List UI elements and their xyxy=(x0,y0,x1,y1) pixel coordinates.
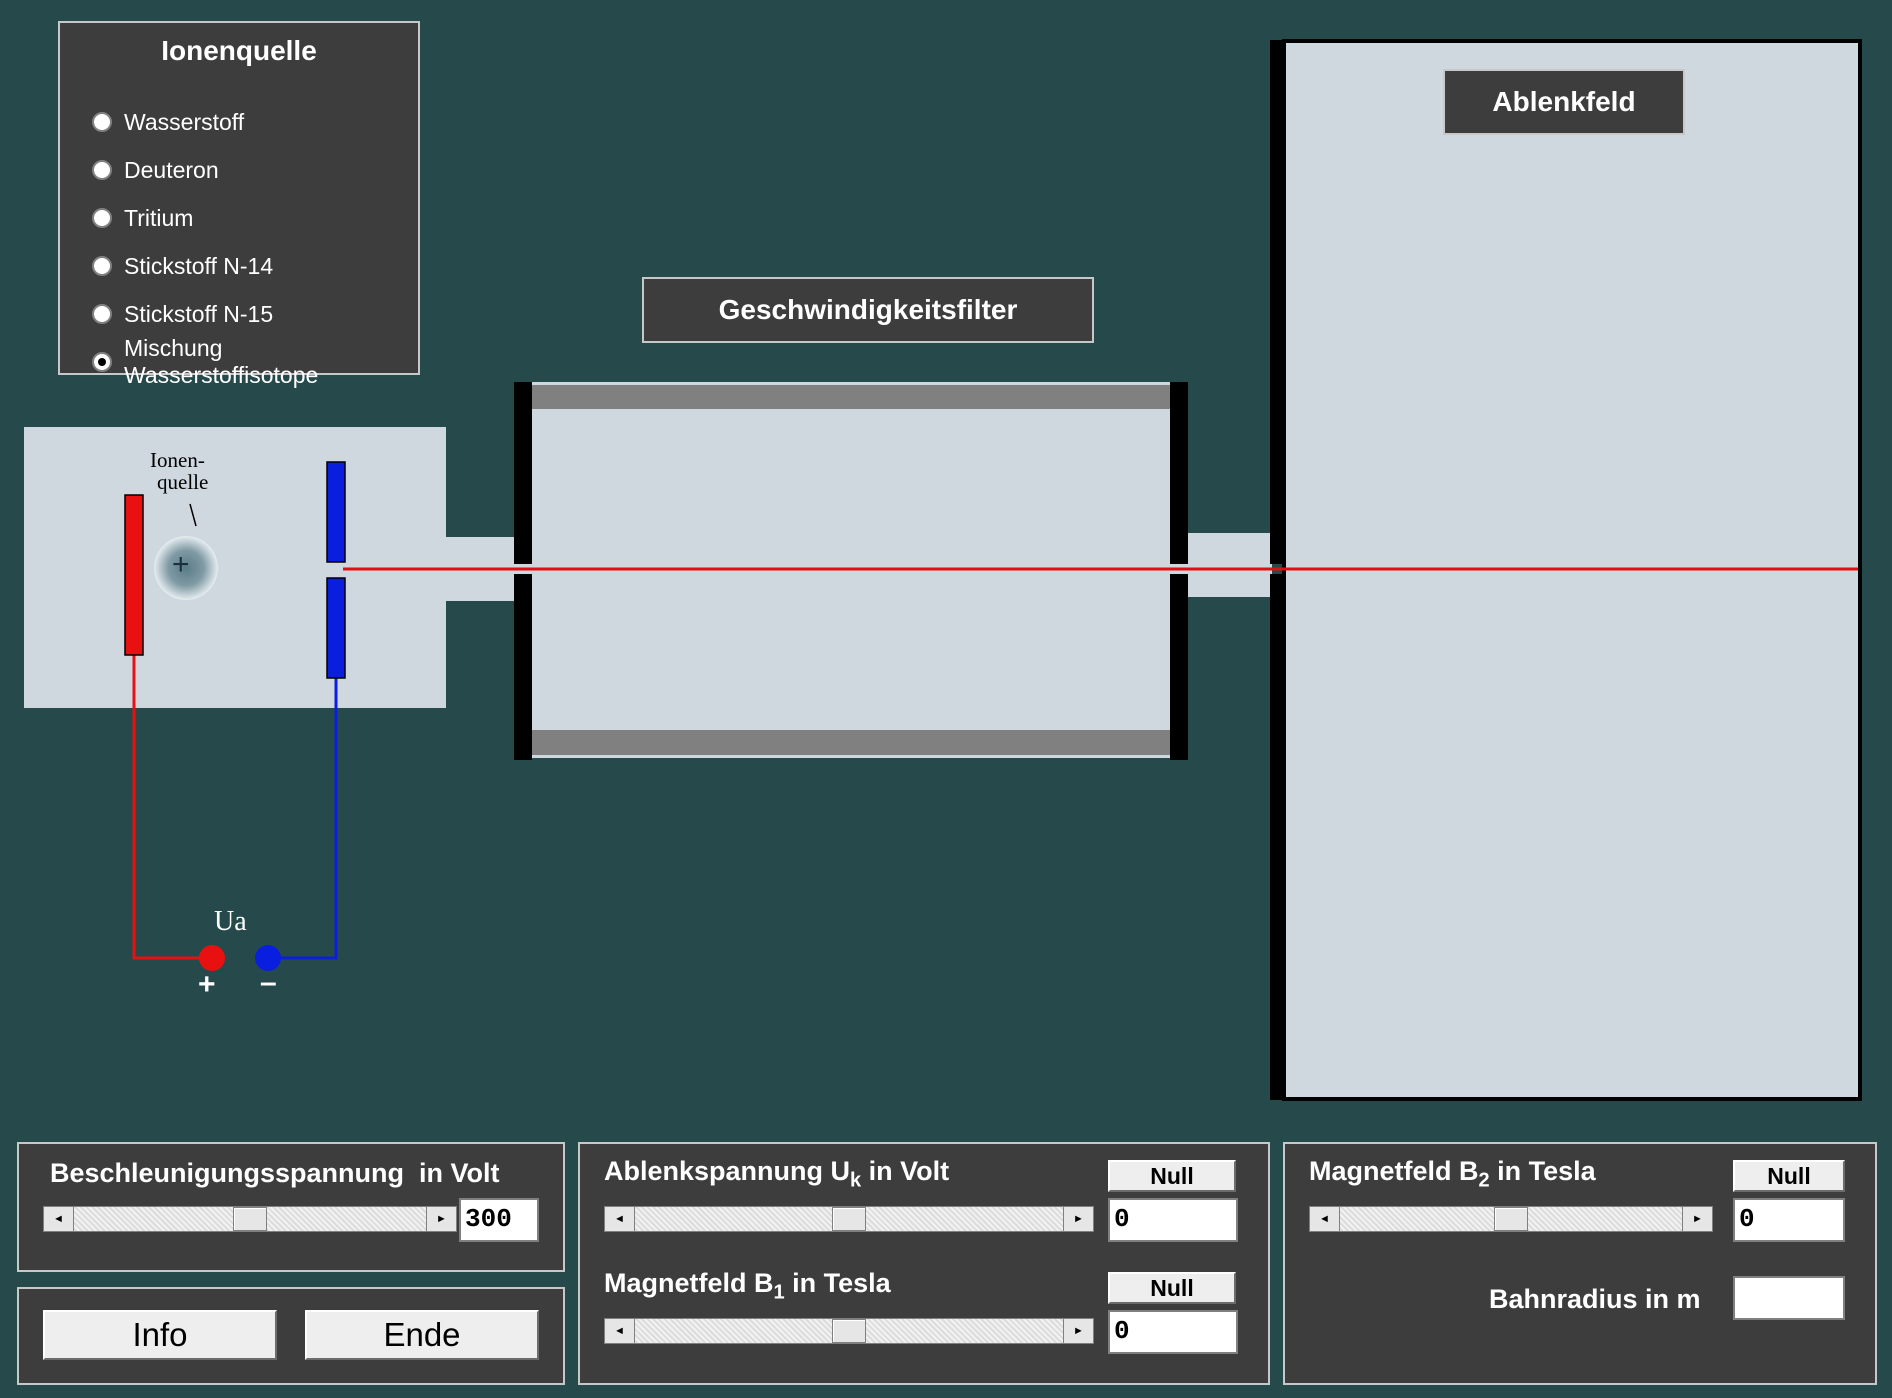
scroll-right-icon[interactable]: ► xyxy=(1063,1207,1093,1231)
scroll-left-icon[interactable]: ◄ xyxy=(44,1207,74,1231)
magnetic-b2-slider-thumb[interactable] xyxy=(1494,1207,1528,1231)
ion-charge-icon: + xyxy=(172,548,190,581)
magnetic-b1-value-field[interactable]: 0 xyxy=(1108,1310,1238,1354)
actions-panel: Info Ende xyxy=(17,1287,565,1385)
deflection-voltage-value-field[interactable]: 0 xyxy=(1108,1198,1238,1242)
filter-bottom-plate xyxy=(530,730,1174,755)
anode-plate xyxy=(124,494,144,656)
magnetic-b2-null-button[interactable]: Null xyxy=(1733,1160,1845,1192)
deflection-voltage-subscript: k xyxy=(850,1169,862,1192)
acceleration-value-field[interactable]: 300 xyxy=(459,1198,539,1242)
magnetic-b2-value-field[interactable]: 0 xyxy=(1733,1198,1845,1242)
plus-sign: + xyxy=(198,968,216,1001)
deflection-field-controls-panel: Magnetfeld B2 in Tesla Null ◄ ► 0 Bahnra… xyxy=(1283,1142,1877,1385)
magnetic-b2-subscript: 2 xyxy=(1478,1169,1490,1192)
filter-top-plate xyxy=(530,385,1174,409)
acceleration-label: Beschleunigungsspannung in Volt xyxy=(50,1158,500,1188)
magnetic-b1-label: Magnetfeld B1 in Tesla xyxy=(604,1268,891,1304)
orbit-radius-label: Bahnradius in m xyxy=(1489,1284,1701,1314)
deflection-voltage-slider[interactable]: ◄ ► xyxy=(604,1206,1094,1232)
deflection-voltage-label-text: Ablenkspannung U xyxy=(604,1156,851,1186)
magnetic-b1-unit: in Tesla xyxy=(784,1268,891,1298)
magnetic-b1-subscript: 1 xyxy=(773,1281,785,1304)
apparatus-diagram xyxy=(24,39,1862,1101)
magnetic-b2-label-text: Magnetfeld B xyxy=(1309,1156,1479,1186)
cathode-plate-top xyxy=(326,461,346,563)
scroll-left-icon[interactable]: ◄ xyxy=(605,1319,635,1343)
magnetic-b2-unit: in Tesla xyxy=(1489,1156,1596,1186)
scroll-right-icon[interactable]: ► xyxy=(426,1207,456,1231)
info-button[interactable]: Info xyxy=(43,1310,277,1360)
filter-right-wall-bottom xyxy=(1170,574,1188,760)
orbit-radius-field[interactable] xyxy=(1733,1276,1845,1320)
acceleration-slider-thumb[interactable] xyxy=(233,1207,267,1231)
magnetic-b2-label: Magnetfeld B2 in Tesla xyxy=(1309,1156,1596,1192)
minus-sign: – xyxy=(260,966,277,999)
scroll-left-icon[interactable]: ◄ xyxy=(605,1207,635,1231)
velocity-filter-controls-panel: Ablenkspannung Uk in Volt Null ◄ ► 0 Mag… xyxy=(578,1142,1270,1385)
deflection-voltage-unit: in Volt xyxy=(861,1156,950,1186)
filter-right-wall-top xyxy=(1170,382,1188,564)
deflection-field-label: Ablenkfeld xyxy=(1443,69,1685,135)
magnetic-b1-slider[interactable]: ◄ ► xyxy=(604,1318,1094,1344)
deflection-wall-bottom xyxy=(1270,574,1286,1100)
magnetic-b1-null-button[interactable]: Null xyxy=(1108,1272,1236,1304)
acceleration-panel: Beschleunigungsspannung in Volt ◄ ► 300 xyxy=(17,1142,565,1272)
magnetic-b1-slider-thumb[interactable] xyxy=(832,1319,866,1343)
filter-left-wall-top xyxy=(514,382,532,564)
connector-tube-right xyxy=(1188,533,1272,597)
filter-left-wall-bottom xyxy=(514,574,532,760)
acceleration-slider[interactable]: ◄ ► xyxy=(43,1206,457,1232)
magnetic-b1-label-text: Magnetfeld B xyxy=(604,1268,774,1298)
scroll-right-icon[interactable]: ► xyxy=(1063,1319,1093,1343)
ion-source-text-2: quelle xyxy=(157,470,209,494)
velocity-filter-label: Geschwindigkeitsfilter xyxy=(642,277,1094,343)
negative-wire xyxy=(270,678,338,960)
deflection-voltage-label: Ablenkspannung Uk in Volt xyxy=(604,1156,949,1192)
scroll-left-icon[interactable]: ◄ xyxy=(1310,1207,1340,1231)
scroll-right-icon[interactable]: ► xyxy=(1682,1207,1712,1231)
deflection-voltage-slider-thumb[interactable] xyxy=(832,1207,866,1231)
voltage-label: Ua xyxy=(214,906,247,937)
magnetic-b2-slider[interactable]: ◄ ► xyxy=(1309,1206,1713,1232)
deflection-voltage-null-button[interactable]: Null xyxy=(1108,1160,1236,1192)
cathode-plate-bottom xyxy=(326,577,346,679)
end-button[interactable]: Ende xyxy=(305,1310,539,1360)
deflection-wall-top xyxy=(1270,40,1286,564)
